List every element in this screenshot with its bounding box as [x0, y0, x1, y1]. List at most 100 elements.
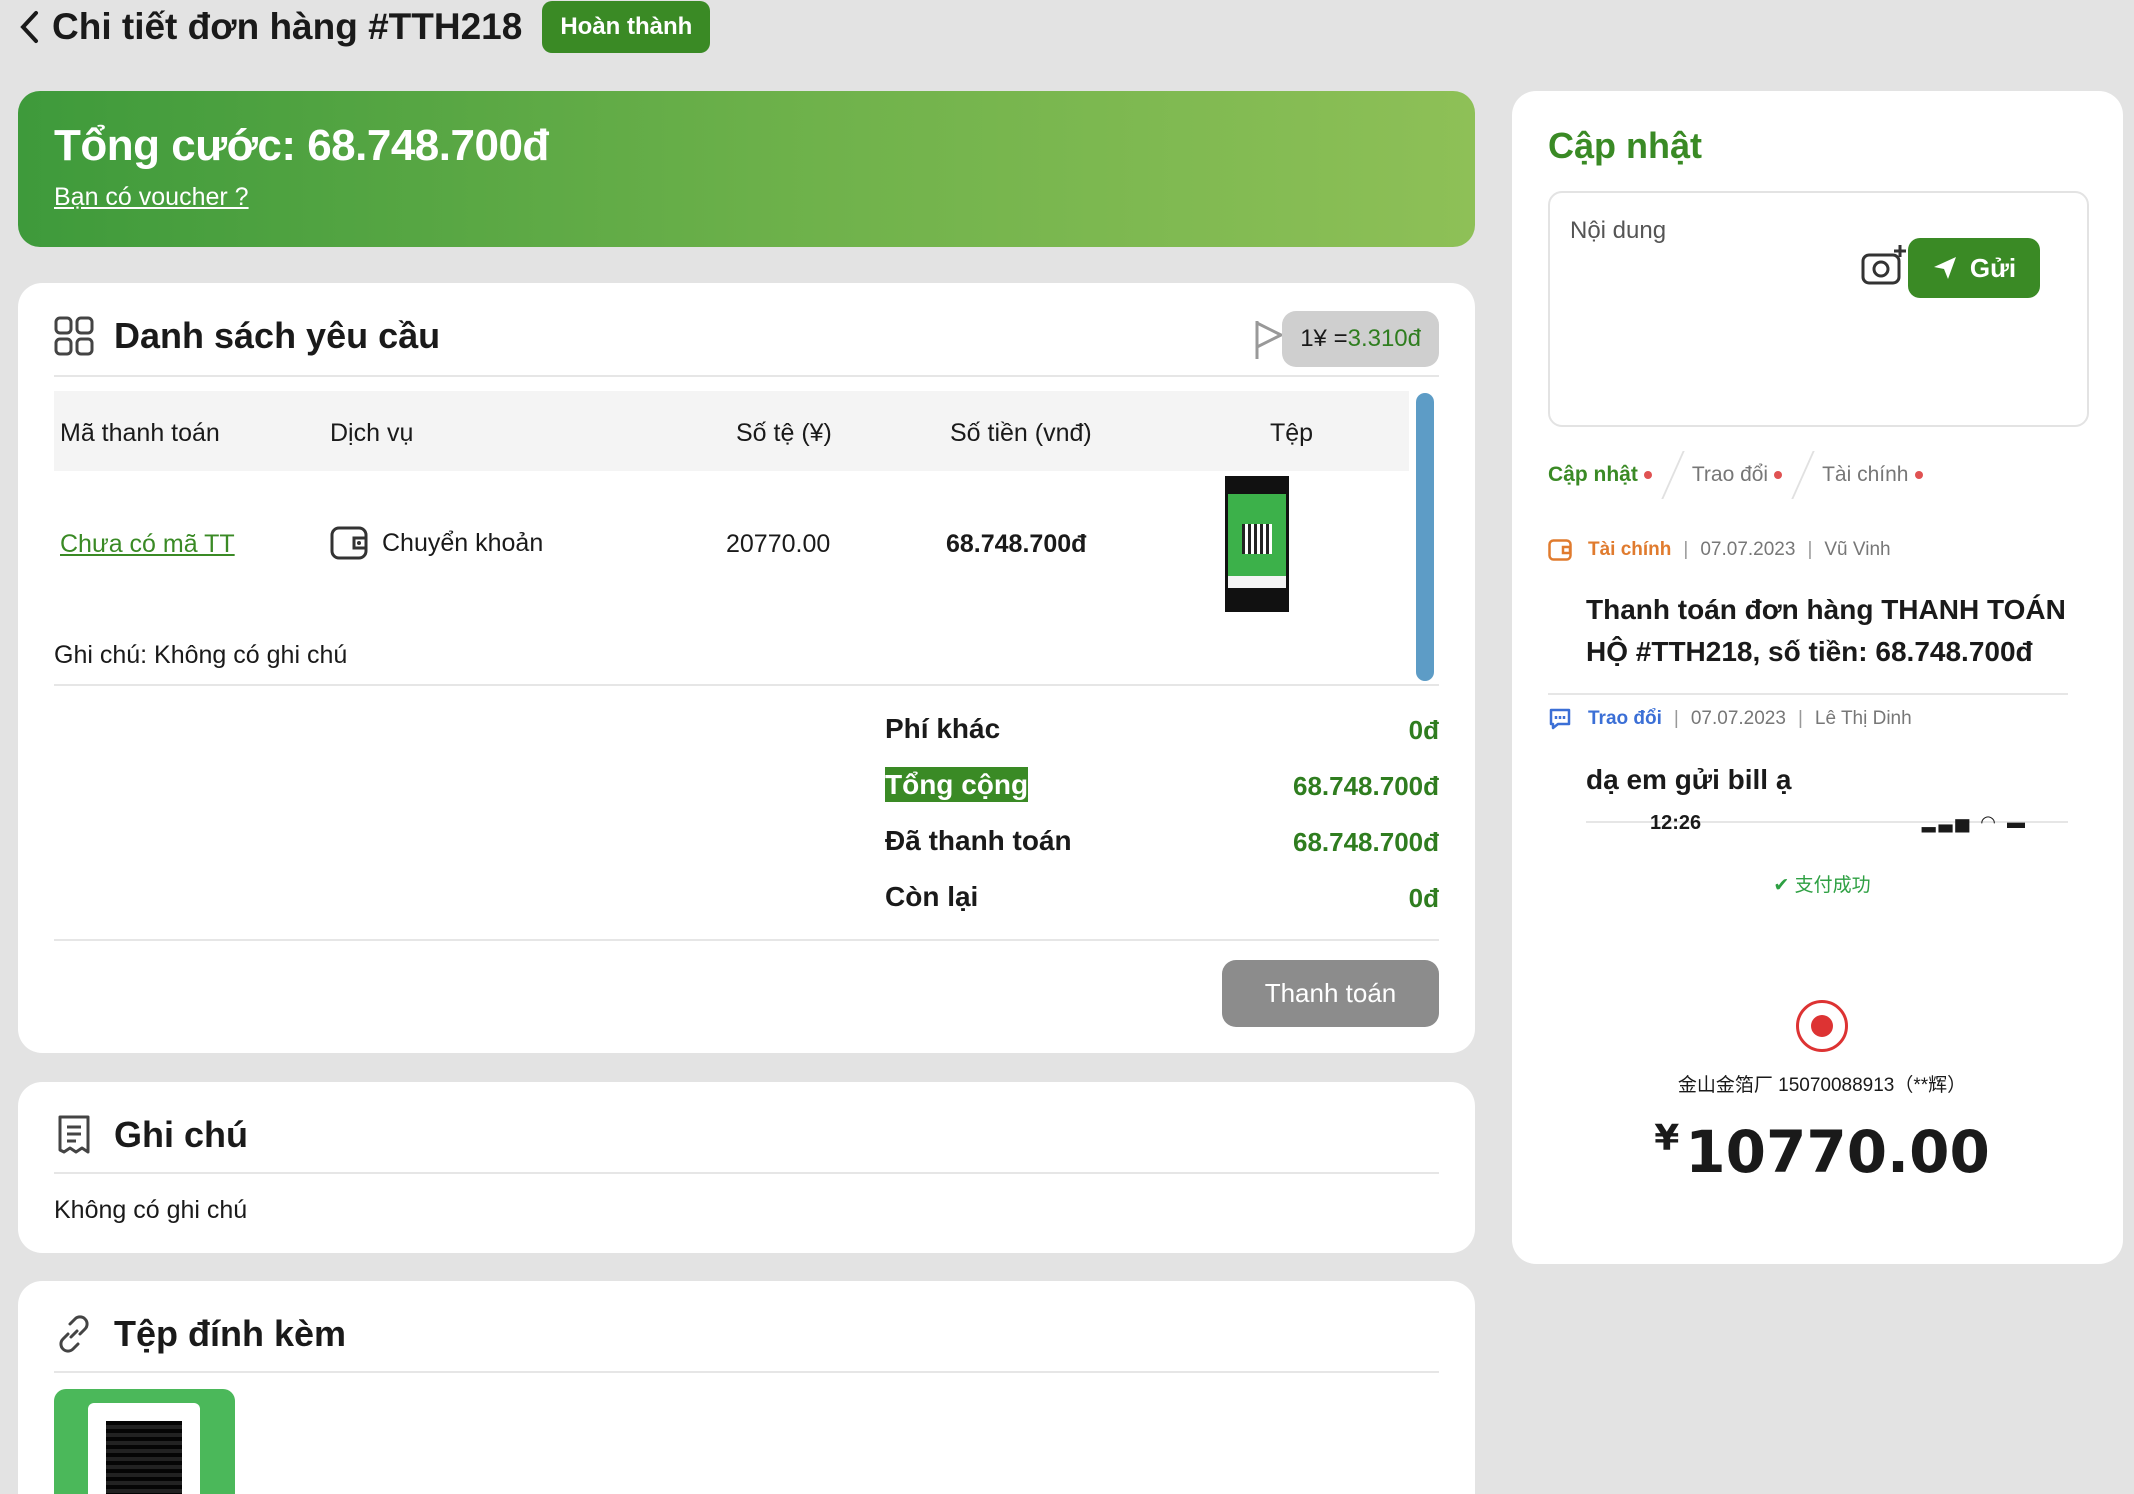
- feed-category: Tài chính: [1588, 539, 1672, 560]
- status-badge: Hoàn thành: [542, 1, 711, 53]
- updates-panel: Cập nhật Nội dung Gửi Cập nhật Trao đổi …: [1512, 91, 2123, 1264]
- attachments-title: Tệp đính kèm: [114, 1313, 347, 1354]
- tab-updates[interactable]: Cập nhật: [1548, 463, 1672, 487]
- receipt-image[interactable]: 12:26 ▂▃▅ ◠ ▬ ✔ 支付成功 金山金箔厂 15070088913（*…: [1576, 804, 2068, 1224]
- summary-value-paid: 68.748.700đ: [1292, 827, 1439, 857]
- unread-dot: [1774, 471, 1783, 479]
- requests-card: Danh sách yêu cầu 1¥ =3.310đ Mã thanh to…: [18, 283, 1475, 1053]
- receipt-icon: [58, 1115, 90, 1154]
- notes-text: Không có ghi chú: [54, 1196, 248, 1224]
- meta-separator: |: [1673, 708, 1679, 729]
- summary-label-paid: Đã thanh toán: [885, 825, 1072, 856]
- divider: [54, 684, 1439, 686]
- attachment-thumbnail[interactable]: [54, 1389, 235, 1494]
- feed-author: Vũ Vinh: [1824, 539, 1891, 560]
- notes-title: Ghi chú: [114, 1114, 248, 1155]
- service-cell: Chuyển khoản: [330, 526, 543, 560]
- wallet-icon: [1548, 539, 1572, 561]
- summary-value-total: 68.748.700đ: [1292, 771, 1439, 801]
- table-row: Chưa có mã TT Chuyển khoản 20770.00 68.7…: [54, 471, 1409, 611]
- link-icon: [59, 1315, 89, 1353]
- send-button[interactable]: Gửi: [1908, 238, 2040, 298]
- feed-meta: Tài chính | 07.07.2023 | Vũ Vinh: [1548, 539, 2068, 561]
- wallet-icon: [330, 526, 368, 560]
- notes-header: Ghi chú: [54, 1114, 248, 1156]
- send-icon: [1933, 257, 1956, 279]
- feed-author: Lê Thị Dinh: [1814, 708, 1912, 729]
- feed-category: Trao đổi: [1588, 708, 1662, 729]
- send-label: Gửi: [1969, 252, 2017, 283]
- input-placeholder: Nội dung: [1570, 217, 1667, 244]
- attachments-header: Tệp đính kèm: [54, 1313, 346, 1355]
- divider: [54, 1172, 1439, 1174]
- rate-value: 3.310đ: [1347, 325, 1421, 352]
- payment-code-link[interactable]: Chưa có mã TT: [60, 530, 235, 559]
- currency-symbol: ¥: [1654, 1118, 1680, 1159]
- thumbnail-band: [1228, 576, 1286, 588]
- summary-value-remaining: 0đ: [1408, 883, 1439, 913]
- col-yuan: Số tệ (¥): [736, 419, 832, 447]
- exchange-rate-badge: 1¥ =3.310đ: [1282, 311, 1439, 367]
- requests-title: Danh sách yêu cầu: [114, 315, 441, 356]
- vnd-amount: 68.748.700đ: [946, 530, 1087, 558]
- summary-label-other-fee: Phí khác: [885, 713, 1001, 744]
- feed-date: 07.07.2023: [1700, 539, 1796, 560]
- col-payment-code: Mã thanh toán: [60, 419, 220, 447]
- tab-label: Trao đổi: [1691, 463, 1769, 486]
- col-amount: Số tiền (vnđ): [950, 419, 1092, 447]
- summary-label-total: Tổng cộng: [885, 767, 1029, 802]
- tab-exchange[interactable]: Trao đổi: [1692, 463, 1802, 487]
- merchant-seal-icon: [1796, 1000, 1848, 1052]
- receipt-merchant: 金山金箔厂 15070088913（**辉）: [1677, 1075, 1967, 1096]
- divider: [54, 1371, 1439, 1373]
- feed-date: 07.07.2023: [1690, 708, 1786, 729]
- header-bar: Chi tiết đơn hàng #TTH218 Hoàn thành: [14, 0, 711, 54]
- pay-button[interactable]: Thanh toán: [1222, 960, 1439, 1027]
- tab-finance[interactable]: Tài chính: [1822, 463, 1942, 487]
- meta-separator: |: [1683, 539, 1689, 560]
- meta-separator: |: [1807, 539, 1813, 560]
- col-file: Tệp: [1270, 419, 1314, 447]
- receipt-amount-wrap: ¥10770.00: [1576, 1118, 2068, 1186]
- payment-success: ✔ 支付成功: [1576, 870, 2068, 897]
- signal-battery-icon: ▂▃▅ ◠ ▬: [1921, 812, 2028, 832]
- feed-item: Tài chính | 07.07.2023 | Vũ Vinh Thanh t…: [1548, 539, 2068, 695]
- summary-label-remaining: Còn lại: [885, 881, 979, 912]
- grid-icon: [54, 316, 94, 356]
- camera-add-icon[interactable]: [1860, 243, 1908, 289]
- table-scrollbar[interactable]: [1416, 393, 1434, 681]
- qr-code-icon: [106, 1421, 182, 1494]
- row-note: Ghi chú: Không có ghi chú: [54, 641, 348, 669]
- attachments-card: Tệp đính kèm: [18, 1281, 1475, 1494]
- update-content-input[interactable]: Nội dung: [1548, 191, 2089, 427]
- feed-meta: Trao đổi | 07.07.2023 | Lê Thị Dinh: [1548, 707, 2068, 731]
- table-header: Mã thanh toán Dịch vụ Số tệ (¥) Số tiền …: [54, 391, 1409, 471]
- divider: [54, 939, 1439, 941]
- tab-label: Tài chính: [1822, 463, 1909, 486]
- feed-text: Thanh toán đơn hàng THANH TOÁN HỘ #TTH21…: [1586, 594, 2066, 667]
- total-banner: Tổng cước: 68.748.700đ Bạn có voucher ?: [18, 91, 1475, 247]
- col-service: Dịch vụ: [330, 419, 414, 447]
- meta-separator: |: [1797, 708, 1803, 729]
- chat-icon: [1549, 708, 1571, 730]
- receipt-amount: 10770.00: [1685, 1118, 1990, 1186]
- file-thumbnail[interactable]: [1225, 476, 1289, 612]
- service-label: Chuyển khoản: [382, 528, 544, 557]
- total-highlight: Tổng cộng: [885, 767, 1029, 802]
- payment-screenshot: [1228, 494, 1286, 576]
- check-circle-icon: ✔: [1773, 875, 1795, 896]
- unread-dot: [1914, 471, 1923, 479]
- receipt-time: 12:26: [1650, 812, 1702, 834]
- rate-prefix: 1¥ =: [1300, 325, 1348, 352]
- voucher-link[interactable]: Bạn có voucher ?: [54, 183, 249, 212]
- summary-value-other-fee: 0đ: [1408, 715, 1439, 745]
- total-amount: Tổng cước: 68.748.700đ: [54, 121, 549, 170]
- yuan-value: 20770.00: [726, 530, 831, 558]
- unread-dot: [1643, 471, 1652, 479]
- back-button[interactable]: [14, 11, 44, 43]
- page-title: Chi tiết đơn hàng #TTH218: [52, 6, 523, 47]
- divider: [1548, 693, 2068, 695]
- divider: [54, 375, 1439, 377]
- chevron-left-icon: [20, 11, 38, 43]
- tab-label: Cập nhật: [1548, 463, 1638, 486]
